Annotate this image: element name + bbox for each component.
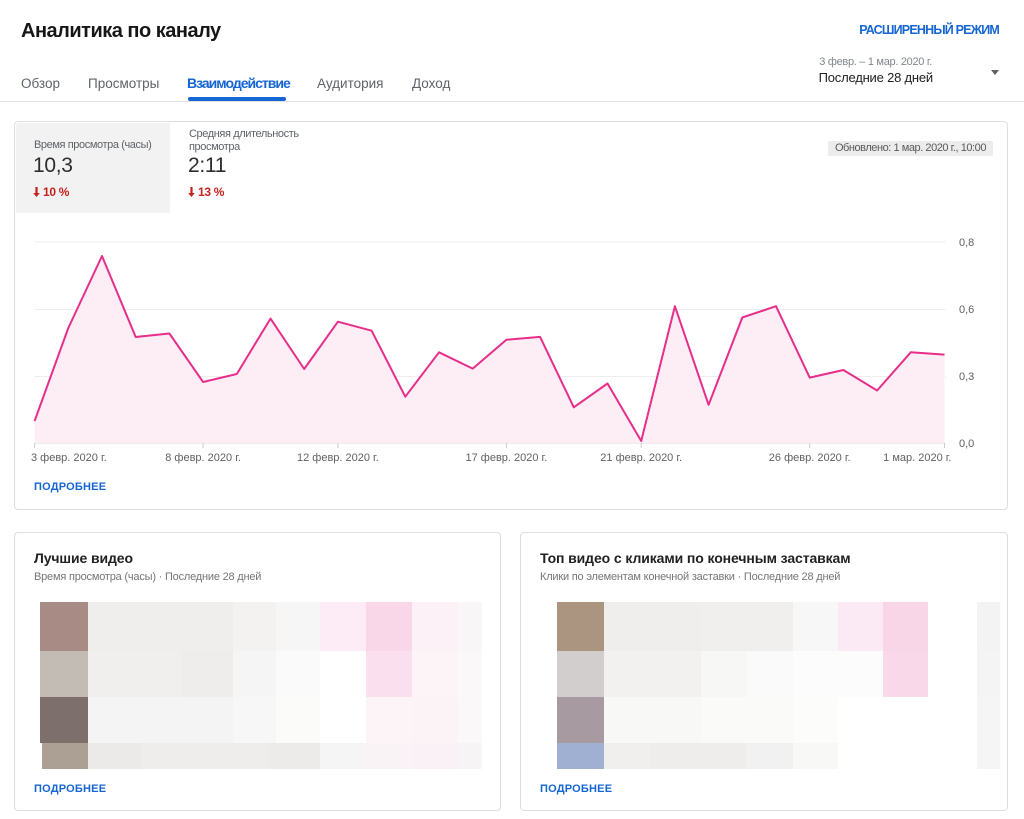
svg-text:26 февр. 2020 г.: 26 февр. 2020 г. bbox=[769, 452, 851, 464]
svg-text:8 февр. 2020 г.: 8 февр. 2020 г. bbox=[165, 452, 241, 464]
svg-text:0,0: 0,0 bbox=[959, 438, 974, 450]
svg-text:3 февр. 2020 г.: 3 февр. 2020 г. bbox=[31, 452, 107, 464]
svg-text:1 мар. 2020 г.: 1 мар. 2020 г. bbox=[883, 452, 951, 464]
svg-text:21 февр. 2020 г.: 21 февр. 2020 г. bbox=[600, 452, 682, 464]
svg-text:0,8: 0,8 bbox=[959, 237, 974, 249]
svg-text:17 февр. 2020 г.: 17 февр. 2020 г. bbox=[466, 452, 548, 464]
svg-text:0,3: 0,3 bbox=[959, 371, 974, 383]
svg-text:12 февр. 2020 г.: 12 февр. 2020 г. bbox=[297, 452, 379, 464]
svg-text:0,6: 0,6 bbox=[959, 304, 974, 316]
